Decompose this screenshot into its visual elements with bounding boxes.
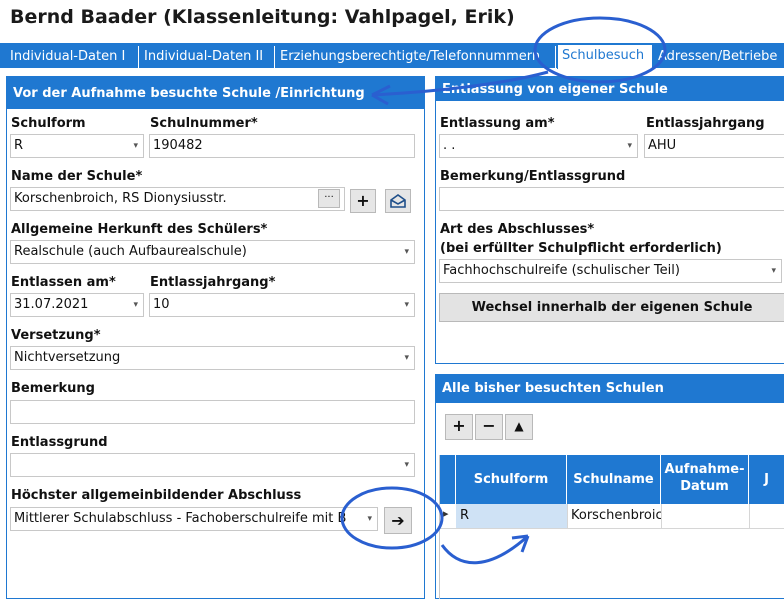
entlassen-date[interactable]: 31.07.2021 ▾ (10, 293, 144, 317)
window-title: Bernd Baader (Klassenleitung: Vahlpagel,… (10, 6, 515, 28)
bemerkung-entlassgrund-label: Bemerkung/Entlassgrund (440, 169, 626, 184)
cell-j[interactable] (749, 504, 784, 528)
cell-aufnahme[interactable] (661, 504, 749, 528)
herkunft-select[interactable]: Realschule (auch Aufbaurealschule) ▾ (10, 240, 415, 264)
arrow-right-icon: ➔ (391, 511, 405, 530)
chevron-down-icon: ▾ (133, 300, 138, 310)
col-schulname-header[interactable]: Schulname (567, 455, 661, 504)
abschluss-value: Mittlerer Schulabschluss - Fachoberschul… (14, 511, 347, 526)
entlassgrund-select[interactable]: ▾ (10, 453, 415, 477)
entlassung-date[interactable]: . . ▾ (439, 134, 638, 158)
chevron-down-icon: ▾ (404, 300, 409, 310)
abschluss-art-value: Fachhochschulreife (schulischer Teil) (443, 263, 680, 278)
name-value: Korschenbroich, RS Dionysiusstr. (14, 191, 227, 206)
entlassjahrgang-right-input[interactable]: AHU (644, 134, 784, 158)
chevron-down-icon: ▾ (404, 353, 409, 363)
grid-corner (440, 455, 456, 504)
entlassen-value: 31.07.2021 (14, 297, 89, 312)
move-up-button[interactable]: ▲ (505, 414, 533, 440)
add-school-button[interactable]: + (350, 189, 376, 213)
name-label: Name der Schule* (11, 169, 143, 184)
tab-individual-daten-2[interactable]: Individual-Daten II (140, 46, 275, 68)
envelope-icon (389, 194, 407, 213)
cell-schulform[interactable]: R (456, 504, 567, 528)
copy-abschluss-button[interactable]: ➔ (384, 507, 412, 534)
chevron-down-icon: ▾ (367, 514, 372, 524)
name-input[interactable]: Korschenbroich, RS Dionysiusstr. (10, 187, 345, 211)
cell-schulname[interactable]: Korschenbroich (567, 504, 661, 528)
col-j-header[interactable]: J (749, 455, 784, 504)
schulnummer-label: Schulnummer* (150, 116, 258, 131)
abschluss-art-select[interactable]: Fachhochschulreife (schulischer Teil) ▾ (439, 259, 782, 283)
entlassjahrgang-right-label: Entlassjahrgang (646, 116, 765, 131)
bemerkung-label: Bemerkung (11, 381, 95, 396)
versetzung-value: Nichtversetzung (14, 350, 121, 365)
col-schulform-header[interactable]: Schulform (456, 455, 567, 504)
versetzung-select[interactable]: Nichtversetzung ▾ (10, 346, 415, 370)
herkunft-label: Allgemeine Herkunft des Schülers* (11, 222, 268, 237)
schulform-label: Schulform (11, 116, 86, 131)
add-row-button[interactable]: + (445, 414, 473, 440)
abschluss-art-sublabel: (bei erfüllter Schulpflicht erforderlich… (440, 241, 722, 256)
col-aufnahme-header[interactable]: Aufnahme-Datum (661, 455, 749, 504)
chevron-down-icon: ▾ (627, 141, 632, 151)
tab-erziehungsberechtigte[interactable]: Erziehungsberechtigte/Telefonnummern (276, 46, 556, 68)
entlassgrund-label: Entlassgrund (11, 435, 108, 450)
table-row[interactable]: ▸ R Korschenbroich (440, 504, 784, 529)
entlassung-label: Entlassung am* (440, 116, 555, 131)
entlassjahrgang-value: 10 (153, 297, 170, 312)
bemerkung-input[interactable] (10, 400, 415, 424)
abschluss-label: Höchster allgemeinbildender Abschluss (11, 488, 302, 503)
schulform-select[interactable]: R ▾ (10, 134, 144, 158)
chevron-down-icon: ▾ (404, 247, 409, 257)
entlassjahrgang-select[interactable]: 10 ▾ (149, 293, 415, 317)
herkunft-value: Realschule (auch Aufbaurealschule) (14, 244, 247, 259)
tab-schulbesuch[interactable]: Schulbesuch (557, 44, 653, 69)
own-school-exit-header: Entlassung von eigener Schule (436, 77, 784, 101)
tab-adressen-betriebe[interactable]: Adressen/Betriebe (654, 46, 784, 68)
name-lookup-button[interactable]: ··· (318, 189, 340, 208)
chevron-down-icon: ▾ (404, 460, 409, 470)
email-button[interactable] (385, 189, 411, 213)
schools-header: Alle bisher besuchten Schulen (436, 375, 784, 403)
chevron-down-icon: ▾ (771, 266, 776, 276)
schulform-value: R (14, 138, 24, 153)
previous-school-header: Vor der Aufnahme besuchte Schule /Einric… (7, 77, 424, 109)
row-indicator-icon: ▸ (443, 507, 449, 520)
entlassung-value: . . (443, 138, 456, 153)
versetzung-label: Versetzung* (11, 328, 101, 343)
entlassen-label: Entlassen am* (11, 275, 116, 290)
bemerkung-entlassgrund-input[interactable] (439, 187, 784, 211)
schulnummer-input[interactable]: 190482 (149, 134, 415, 158)
entlassjahrgang-label: Entlassjahrgang* (150, 275, 276, 290)
remove-row-button[interactable]: − (475, 414, 503, 440)
tab-individual-daten-1[interactable]: Individual-Daten I (6, 46, 139, 68)
abschluss-art-label: Art des Abschlusses* (440, 222, 595, 237)
wechsel-button[interactable]: Wechsel innerhalb der eigenen Schule (439, 293, 784, 322)
chevron-down-icon: ▾ (133, 141, 138, 151)
abschluss-select[interactable]: Mittlerer Schulabschluss - Fachoberschul… (10, 507, 378, 531)
